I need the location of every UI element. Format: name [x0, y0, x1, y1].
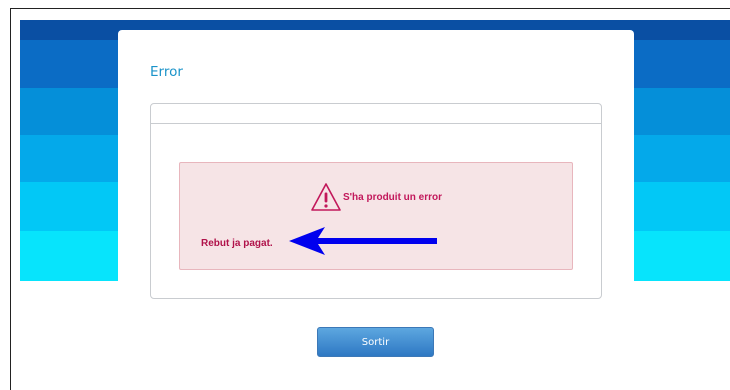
- alert-message: Rebut ja pagat.: [201, 238, 273, 249]
- warning-triangle-icon: [310, 181, 342, 213]
- alert-title: S'ha produit un error: [342, 191, 443, 203]
- exit-button[interactable]: Sortir: [317, 327, 434, 357]
- alert-header: S'ha produit un error: [180, 181, 572, 213]
- error-panel: S'ha produit un error Rebut ja pagat.: [150, 103, 602, 299]
- panel-header: [151, 104, 601, 124]
- arrow-left-icon: [285, 223, 440, 264]
- error-dialog: Error S'ha produit un error Rebut ja pag…: [118, 30, 634, 390]
- dialog-title: Error: [150, 64, 183, 80]
